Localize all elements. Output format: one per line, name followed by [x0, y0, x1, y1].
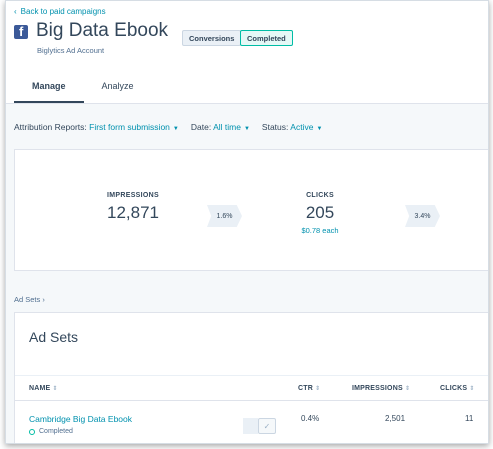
clicks-label: CLICKS — [306, 192, 334, 199]
clicks-value: 205 — [305, 203, 335, 222]
clicks-column-label: CLICKS — [440, 385, 468, 392]
sort-icon: ⇕ — [315, 386, 321, 392]
column-header-clicks[interactable]: CLICKS ⇕ — [440, 385, 475, 392]
name-column-label: NAME — [29, 385, 51, 392]
page-title: Big Data Ebook — [36, 20, 169, 41]
ad-sets-title: Ad Sets — [29, 329, 79, 345]
attribution-value: First form submission — [89, 122, 170, 132]
facebook-icon — [14, 24, 28, 39]
row-action-area — [243, 418, 258, 434]
tab-analyze[interactable]: Analyze — [84, 73, 152, 104]
impressions-value: 12,871 — [107, 203, 159, 222]
conversions-tag: Conversions — [182, 30, 242, 46]
impressions-column-label: IMPRESSIONS — [352, 385, 403, 392]
sort-icon: ⇕ — [52, 386, 58, 392]
breadcrumb-ad-sets: Ad Sets — [14, 295, 41, 304]
clicks-to-contacts-rate: 3.4% — [405, 205, 440, 227]
filter-bar: Attribution Reports: First form submissi… — [14, 122, 322, 132]
row-select-button[interactable]: ✓ — [258, 418, 276, 434]
impressions-to-clicks-rate: 1.6% — [207, 205, 242, 227]
column-header-impressions[interactable]: IMPRESSIONS ⇕ — [352, 385, 410, 392]
clicks-stat: CLICKS 205 $0.78 each — [260, 192, 380, 235]
attribution-filter: Attribution Reports: First form submissi… — [14, 122, 179, 132]
status-dropdown[interactable]: Active ▼ — [290, 122, 322, 132]
column-header-ctr[interactable]: CTR ⇕ — [298, 385, 320, 392]
tab-bar: Manage Analyze — [14, 73, 152, 104]
header-divider — [6, 103, 488, 104]
completed-tag: Completed — [240, 30, 293, 46]
ad-set-status: Completed — [29, 428, 73, 435]
back-to-paid-campaigns-link[interactable]: ‹ Back to paid campaigns — [14, 7, 106, 16]
caret-down-icon: ▼ — [243, 126, 250, 132]
caret-down-icon: ▼ — [172, 126, 179, 132]
page-header: ‹ Back to paid campaigns Big Data Ebook … — [6, 1, 488, 104]
tab-manage[interactable]: Manage — [14, 73, 84, 104]
ctr-column-label: CTR — [298, 385, 313, 392]
clicks-cell: 11 — [465, 414, 474, 423]
status-value: Active — [290, 122, 314, 132]
status-dot-icon — [29, 428, 35, 435]
table-header: NAME ⇕ CTR ⇕ IMPRESSIONS ⇕ CLICKS ⇕ — [15, 375, 488, 401]
date-value: All time — [213, 122, 241, 132]
status-label: Completed — [39, 428, 73, 435]
attribution-dropdown[interactable]: First form submission ▼ — [89, 122, 179, 132]
date-dropdown[interactable]: All time ▼ — [213, 122, 250, 132]
date-filter: Date: All time ▼ — [191, 122, 250, 132]
cost-per-click: $0.78 each — [301, 226, 339, 235]
back-link-label: Back to paid campaigns — [20, 7, 106, 16]
chevron-right-icon: › — [42, 295, 45, 304]
ctr-cell: 0.4% — [301, 414, 320, 423]
impressions-cell: 2,501 — [385, 414, 406, 423]
attribution-label: Attribution Reports: — [14, 122, 87, 132]
stats-card: IMPRESSIONS 12,871 1.6% CLICKS 205 $0.78… — [14, 149, 488, 271]
breadcrumb[interactable]: Ad Sets › — [14, 295, 45, 304]
status-label: Status: — [261, 122, 289, 132]
date-label: Date: — [190, 122, 212, 132]
checkmark-icon: ✓ — [263, 421, 271, 431]
ad-account-name: Biglytics Ad Account — [37, 46, 105, 55]
ad-sets-card: Ad Sets NAME ⇕ CTR ⇕ IMPRESSIONS ⇕ CLICKS ⇕ … — [14, 312, 488, 443]
sort-icon: ⇕ — [404, 386, 411, 392]
impressions-label: IMPRESSIONS — [107, 192, 159, 199]
caret-down-icon: ▼ — [316, 126, 323, 132]
app-window: ‹ Back to paid campaigns Big Data Ebook … — [5, 0, 489, 444]
sort-icon: ⇕ — [469, 386, 475, 392]
column-header-name[interactable]: NAME ⇕ — [29, 385, 58, 392]
impressions-stat: IMPRESSIONS 12,871 — [73, 192, 193, 223]
ad-set-name-link[interactable]: Cambridge Big Data Ebook — [29, 414, 132, 424]
status-filter: Status: Active ▼ — [262, 122, 322, 132]
chevron-left-icon: ‹ — [14, 7, 17, 16]
